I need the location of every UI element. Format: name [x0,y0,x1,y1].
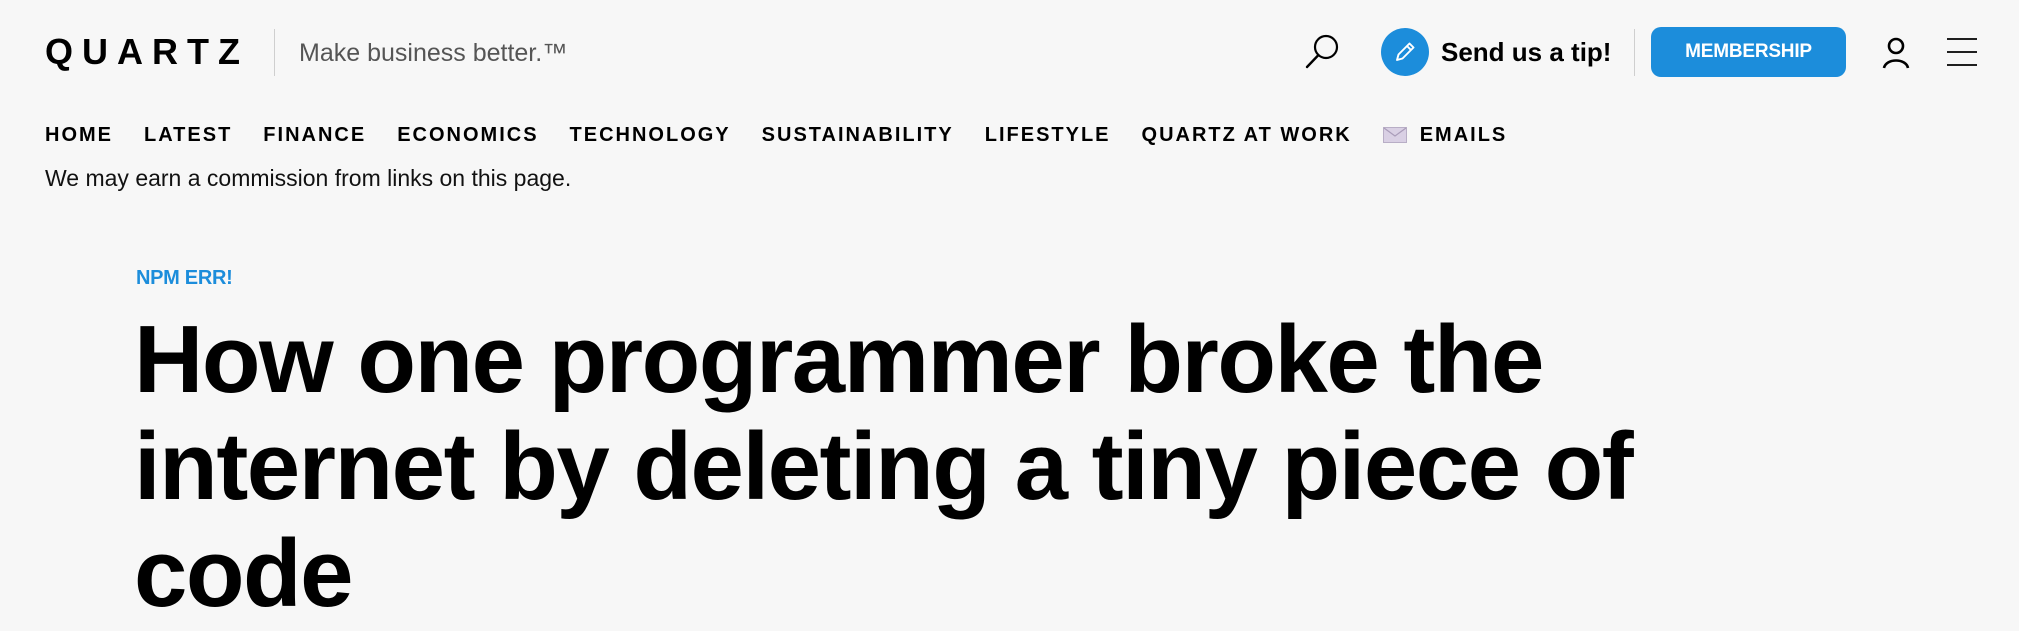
nav-item-economics[interactable]: ECONOMICS [397,123,538,147]
tagline: Make business better.™ [299,39,568,67]
header-divider [1634,29,1635,76]
nav-item-emails-label: EMAILS [1419,124,1508,146]
nav-item-lifestyle[interactable]: LIFESTYLE [985,123,1111,147]
site-header: QUARTZ Make business better.™ Send us a … [0,0,2019,104]
nav-item-home[interactable]: HOME [45,123,113,147]
menu-button[interactable] [1945,36,1979,68]
send-tip-button[interactable]: Send us a tip! [1381,27,1611,77]
nav-item-sustainability[interactable]: SUSTAINABILITY [762,123,954,147]
hamburger-icon [1947,38,1977,66]
membership-button[interactable]: MEMBERSHIP [1651,27,1846,77]
nav-item-technology[interactable]: TECHNOLOGY [570,123,731,147]
tip-icon-circle [1381,28,1429,76]
account-button[interactable] [1880,36,1912,70]
nav-item-quartz-at-work[interactable]: QUARTZ AT WORK [1142,123,1352,147]
nav-item-finance[interactable]: FINANCE [263,123,366,147]
affiliate-disclosure: We may earn a commission from links on t… [45,165,572,191]
mail-icon [1382,127,1407,143]
search-icon [1305,34,1339,69]
user-icon [1882,37,1910,69]
header-divider [274,29,275,76]
section-nav: HOME LATEST FINANCE ECONOMICS TECHNOLOGY… [45,120,1507,150]
send-tip-label: Send us a tip! [1441,37,1612,67]
nav-item-latest[interactable]: LATEST [144,123,232,147]
quartz-logo[interactable]: QUARTZ [45,31,249,73]
pencil-icon [1396,42,1415,61]
article-headline: How one programmer broke the internet by… [134,306,1634,627]
article-kicker[interactable]: NPM ERR! [136,266,233,290]
search-button[interactable] [1302,31,1342,73]
nav-item-emails[interactable]: EMAILS [1382,123,1508,147]
